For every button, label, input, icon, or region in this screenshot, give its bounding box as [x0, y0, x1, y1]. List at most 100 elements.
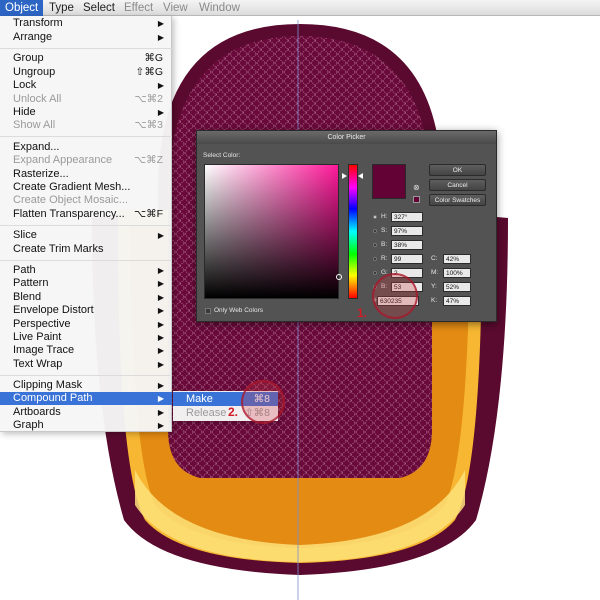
red-input[interactable]: 99 — [391, 254, 423, 264]
select-color-label: Select Color: — [203, 152, 241, 159]
menu-separator — [0, 225, 172, 226]
dialog-title: Color Picker — [197, 131, 496, 144]
magenta-input[interactable]: 100% — [443, 268, 471, 278]
black-input[interactable]: 47% — [443, 296, 471, 306]
brightness-radio[interactable] — [373, 243, 377, 247]
magenta-label: M: — [431, 269, 439, 276]
yellow-input[interactable]: 52% — [443, 282, 471, 292]
menu-item-expand-appearance[interactable]: Expand Appearance ⌥⌘Z — [0, 154, 172, 167]
hue-slider[interactable] — [348, 164, 358, 299]
saturation-input[interactable]: 97% — [391, 226, 423, 236]
menu-item-hide[interactable]: Hide ▶ — [0, 106, 172, 119]
menu-item-create-trim-marks[interactable]: Create Trim Marks — [0, 243, 172, 256]
menu-effect[interactable]: Effect — [119, 0, 158, 16]
green-radio[interactable] — [373, 271, 377, 275]
hue-radio[interactable] — [373, 215, 377, 219]
menu-view[interactable]: View — [158, 0, 193, 16]
object-menu: Transform ▶ Arrange ▶ Group ⌘G Ungroup ⇧⌘G L… — [0, 16, 172, 432]
selected-color-swatch — [372, 164, 406, 199]
menu-item-envelope-distort[interactable]: Envelope Distort ▶ — [0, 304, 172, 317]
menu-item-slice[interactable]: Slice ▶ — [0, 229, 172, 242]
cyan-input[interactable]: 42% — [443, 254, 471, 264]
menu-item-blend[interactable]: Blend ▶ — [0, 291, 172, 304]
callout-ring-make — [241, 380, 285, 424]
submenu-arrow-icon: ▶ — [157, 231, 164, 240]
menu-item-transform[interactable]: Transform ▶ — [0, 17, 172, 30]
color-field-marker[interactable] — [336, 274, 342, 280]
submenu-arrow-icon: ▶ — [157, 333, 164, 342]
brightness-field-row: B: 38% — [373, 240, 443, 250]
only-web-colors-checkbox[interactable] — [205, 308, 211, 314]
cyan-label: C: — [431, 255, 438, 262]
menu-select[interactable]: Select — [78, 0, 120, 16]
menu-type[interactable]: Type — [44, 0, 79, 16]
color-swatches-button[interactable]: Color Swatches — [429, 194, 486, 206]
menu-window[interactable]: Window — [194, 0, 245, 16]
menu-item-pattern[interactable]: Pattern ▶ — [0, 277, 172, 290]
callout-ring-hex — [372, 273, 418, 319]
saturation-field-row: S: 97% — [373, 226, 443, 236]
brightness-label: B: — [381, 241, 388, 248]
hue-slider-right-arrow-icon[interactable] — [358, 173, 363, 179]
only-web-colors-label: Only Web Colors — [214, 307, 264, 314]
submenu-arrow-icon: ▶ — [157, 394, 164, 403]
yellow-label: Y: — [431, 283, 437, 290]
menu-item-text-wrap[interactable]: Text Wrap ▶ — [0, 358, 172, 371]
black-label: K: — [431, 297, 438, 304]
hue-field-row: H: 327° — [373, 212, 443, 222]
submenu-arrow-icon: ▶ — [157, 346, 164, 355]
menu-item-path[interactable]: Path ▶ — [0, 264, 172, 277]
submenu-arrow-icon: ▶ — [157, 293, 164, 302]
submenu-arrow-icon: ▶ — [157, 19, 164, 28]
menu-object[interactable]: Object — [0, 0, 44, 16]
callout-number-1: 1. — [357, 306, 368, 320]
hue-slider-left-arrow-icon[interactable] — [342, 173, 347, 179]
gamut-color-swatch[interactable] — [413, 196, 420, 203]
menu-item-flatten-transparency[interactable]: Flatten Transparency... ⌥⌘F — [0, 208, 172, 221]
submenu-arrow-icon: ▶ — [157, 421, 164, 430]
ok-button[interactable]: OK — [429, 164, 486, 176]
menu-separator — [0, 136, 172, 137]
menu-item-clipping-mask[interactable]: Clipping Mask ▶ — [0, 379, 172, 392]
menu-item-graph[interactable]: Graph ▶ — [0, 419, 172, 432]
color-field[interactable] — [204, 164, 342, 299]
menu-bar: Object Type Select Effect View Window — [0, 0, 600, 16]
menu-item-live-paint[interactable]: Live Paint ▶ — [0, 331, 172, 344]
menu-item-arrange[interactable]: Arrange ▶ — [0, 31, 172, 44]
out-of-gamut-icon[interactable]: ⊗ — [413, 183, 422, 192]
submenu-arrow-icon: ▶ — [157, 279, 164, 288]
menu-item-create-object-mosaic[interactable]: Create Object Mosaic... — [0, 194, 172, 207]
hue-input[interactable]: 327° — [391, 212, 423, 222]
menu-item-expand[interactable]: Expand... — [0, 141, 172, 154]
menu-item-compound-path[interactable]: Compound Path ▶ — [0, 392, 172, 405]
menu-item-group[interactable]: Group ⌘G — [0, 52, 172, 65]
menu-item-rasterize[interactable]: Rasterize... — [0, 168, 172, 181]
submenu-arrow-icon: ▶ — [157, 81, 164, 90]
black-field-row: K: 47% — [431, 296, 491, 306]
saturation-radio[interactable] — [373, 229, 377, 233]
menu-item-show-all[interactable]: Show All ⌥⌘3 — [0, 119, 172, 132]
red-radio[interactable] — [373, 257, 377, 261]
submenu-arrow-icon: ▶ — [157, 266, 164, 275]
menu-item-unlock-all[interactable]: Unlock All ⌥⌘2 — [0, 93, 172, 106]
submenu-arrow-icon: ▶ — [157, 33, 164, 42]
color-picker-dialog: Color Picker Select Color: ⊗ OK Cancel C… — [196, 130, 497, 322]
cancel-button[interactable]: Cancel — [429, 179, 486, 191]
magenta-field-row: M: 100% — [431, 268, 491, 278]
menu-item-artboards[interactable]: Artboards ▶ — [0, 406, 172, 419]
menu-item-image-trace[interactable]: Image Trace ▶ — [0, 344, 172, 357]
cyan-field-row: C: 42% — [431, 254, 491, 264]
submenu-arrow-icon: ▶ — [157, 360, 164, 369]
submenu-arrow-icon: ▶ — [157, 108, 164, 117]
menu-item-ungroup[interactable]: Ungroup ⇧⌘G — [0, 66, 172, 79]
hue-label: H: — [381, 213, 388, 220]
menu-separator — [0, 48, 172, 49]
menu-item-lock[interactable]: Lock ▶ — [0, 79, 172, 92]
menu-item-create-gradient-mesh[interactable]: Create Gradient Mesh... — [0, 181, 172, 194]
submenu-arrow-icon: ▶ — [157, 408, 164, 417]
menu-separator — [0, 375, 172, 376]
brightness-input[interactable]: 38% — [391, 240, 423, 250]
menu-separator — [0, 260, 172, 261]
submenu-arrow-icon: ▶ — [157, 306, 164, 315]
menu-item-perspective[interactable]: Perspective ▶ — [0, 318, 172, 331]
